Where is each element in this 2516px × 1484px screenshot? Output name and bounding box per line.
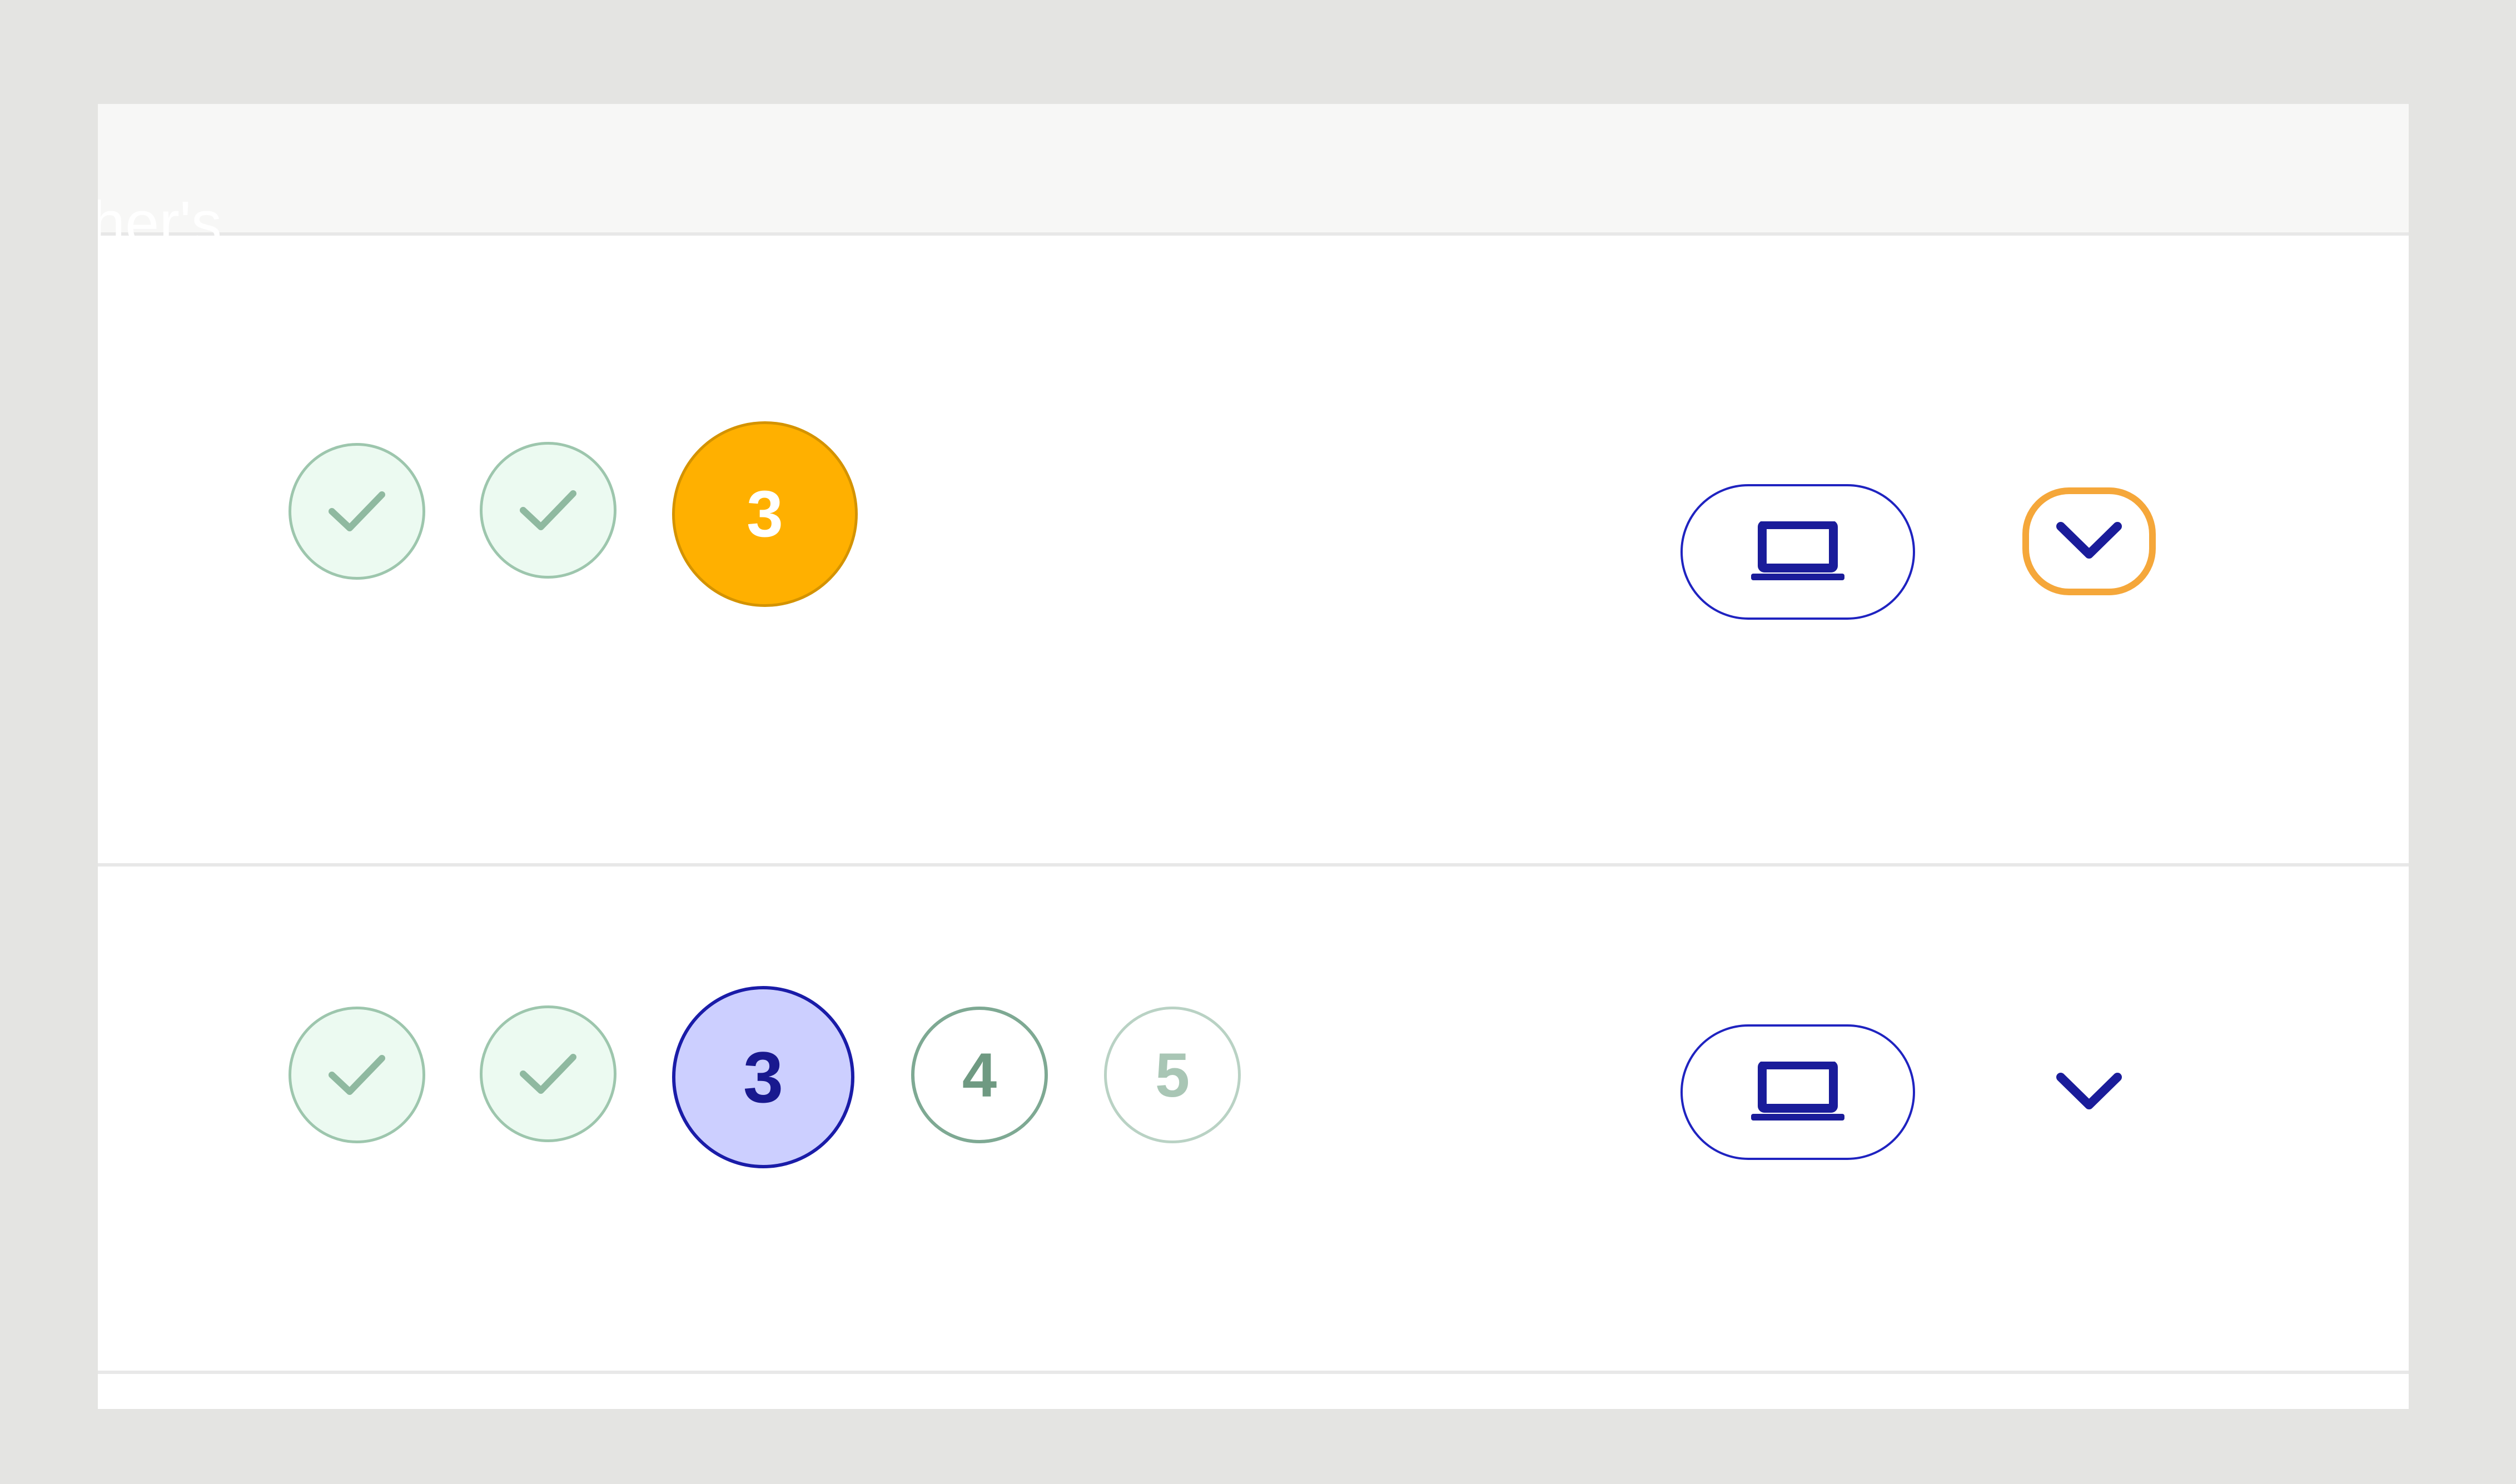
step-5-upcoming: 5 — [1104, 1007, 1241, 1143]
table-row: 3 — [98, 239, 2409, 970]
expand-row-toggle[interactable] — [2022, 487, 2156, 595]
step-4-next: 4 — [911, 1007, 1048, 1143]
check-icon — [329, 1055, 385, 1095]
laptop-icon — [1751, 521, 1844, 580]
device-button[interactable] — [1680, 484, 1915, 620]
table-header: her's — [98, 104, 2409, 254]
expand-row-toggle[interactable] — [2022, 1038, 2156, 1146]
step-1-completed — [289, 443, 425, 580]
chevron-down-icon — [2056, 522, 2122, 559]
chevron-down-icon — [2056, 1073, 2122, 1109]
step-2-completed — [480, 1005, 616, 1142]
step-2-completed — [480, 442, 616, 579]
step-1-completed — [289, 1007, 425, 1143]
check-icon — [329, 491, 385, 531]
check-icon — [520, 1054, 576, 1094]
device-button[interactable] — [1680, 1024, 1915, 1160]
steps-table: her's 3 3 4 5 — [98, 104, 2409, 1409]
step-3-current-warning: 3 — [672, 421, 858, 607]
table-row — [98, 1374, 2409, 1409]
check-icon — [520, 490, 576, 530]
laptop-icon — [1751, 1062, 1844, 1121]
step-3-current: 3 — [672, 986, 854, 1168]
table-row: 3 4 5 — [98, 867, 2409, 1367]
